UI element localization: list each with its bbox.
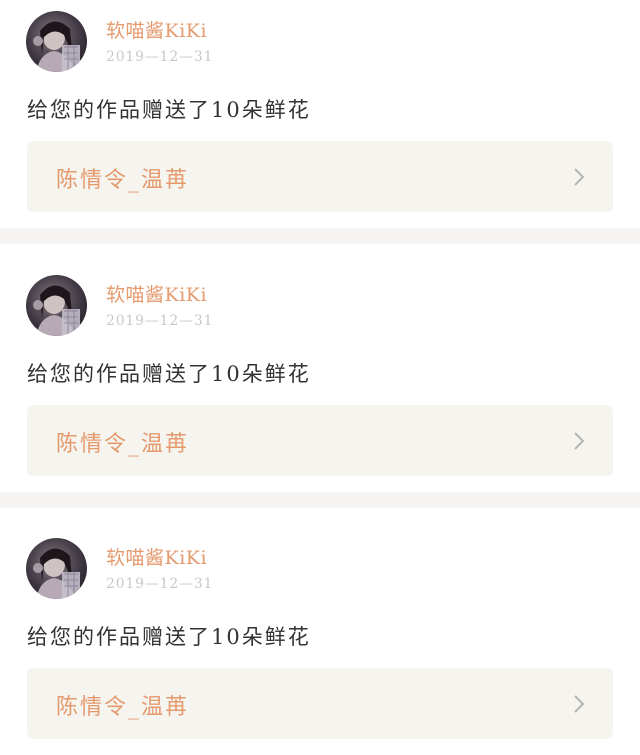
gift-message: 给您的作品赠送了10朵鲜花 bbox=[27, 98, 311, 122]
username[interactable]: 软喵酱KiKi bbox=[106, 280, 207, 307]
divider bbox=[0, 492, 640, 508]
chevron-right-icon bbox=[574, 432, 585, 450]
user-avatar[interactable] bbox=[26, 275, 87, 336]
username[interactable]: 软喵酱KiKi bbox=[106, 543, 207, 570]
gift-message: 给您的作品赠送了10朵鲜花 bbox=[27, 625, 311, 649]
gift-message: 给您的作品赠送了10朵鲜花 bbox=[27, 362, 311, 386]
work-title: 陈情令_温苒 bbox=[56, 432, 190, 457]
timestamp: 2019—12—31 bbox=[106, 313, 214, 329]
avatar-portrait-icon bbox=[33, 285, 80, 336]
gift-notification-feed: 软喵酱KiKi 2019—12—31 给您的作品赠送了10朵鲜花 陈情令_温苒 … bbox=[0, 0, 640, 755]
divider bbox=[0, 228, 640, 244]
work-link-button[interactable]: 陈情令_温苒 bbox=[27, 668, 613, 739]
work-title: 陈情令_温苒 bbox=[56, 168, 190, 193]
work-link-button[interactable]: 陈情令_温苒 bbox=[27, 141, 613, 212]
user-avatar[interactable] bbox=[26, 538, 87, 599]
timestamp: 2019—12—31 bbox=[106, 49, 214, 65]
work-link-button[interactable]: 陈情令_温苒 bbox=[27, 405, 613, 476]
notification-card: 软喵酱KiKi 2019—12—31 给您的作品赠送了10朵鲜花 陈情令_温苒 bbox=[0, 527, 640, 755]
avatar-portrait-icon bbox=[33, 548, 80, 599]
chevron-right-icon bbox=[574, 695, 585, 713]
username[interactable]: 软喵酱KiKi bbox=[106, 16, 207, 43]
work-title: 陈情令_温苒 bbox=[56, 695, 190, 720]
chevron-right-icon bbox=[574, 168, 585, 186]
timestamp: 2019—12—31 bbox=[106, 576, 214, 592]
avatar-portrait-icon bbox=[33, 21, 80, 72]
notification-card: 软喵酱KiKi 2019—12—31 给您的作品赠送了10朵鲜花 陈情令_温苒 bbox=[0, 0, 640, 228]
notification-card: 软喵酱KiKi 2019—12—31 给您的作品赠送了10朵鲜花 陈情令_温苒 bbox=[0, 264, 640, 492]
user-avatar[interactable] bbox=[26, 11, 87, 72]
